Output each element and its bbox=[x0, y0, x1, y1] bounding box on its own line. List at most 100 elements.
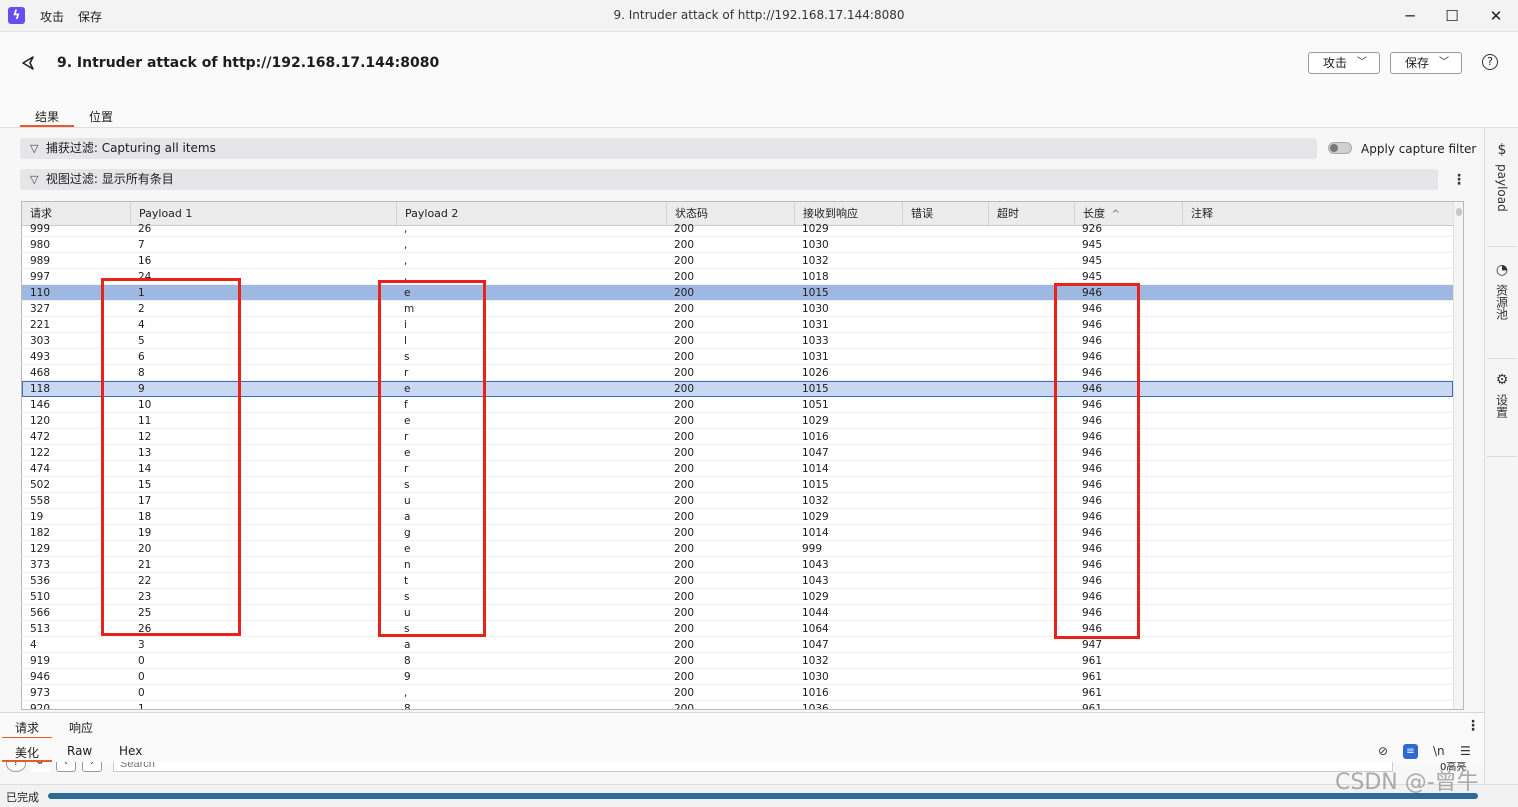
tab-results[interactable]: 结果 bbox=[35, 108, 59, 125]
table-row[interactable]: 973 0, 200 1016 961 bbox=[22, 685, 1453, 701]
word-wrap-icon[interactable]: ≡ bbox=[1403, 744, 1418, 759]
table-cell bbox=[988, 701, 996, 709]
table-row[interactable]: 989 16, 200 1032 945 bbox=[22, 253, 1453, 269]
table-row[interactable]: 129 20 e 200 999 946 bbox=[22, 541, 1453, 557]
table-cell: 327 bbox=[30, 303, 51, 315]
view-filter-bar[interactable]: ▽ 视图过滤: 显示所有条目 bbox=[20, 169, 1438, 190]
table-row[interactable]: 146 10 f 200 1051 946 bbox=[22, 397, 1453, 413]
table-cell: 200 bbox=[674, 575, 695, 587]
close-button[interactable]: ✕ bbox=[1476, 4, 1516, 28]
tab-positions[interactable]: 位置 bbox=[89, 108, 113, 125]
table-cell bbox=[1182, 605, 1190, 621]
table-cell: 6 bbox=[138, 351, 145, 363]
table-row[interactable]: 510 23 s 200 1029 946 bbox=[22, 589, 1453, 605]
message-editor-tabs: 请求 响应 ⋮ bbox=[0, 712, 1484, 739]
table-row[interactable]: 513 26 s 200 1064 946 bbox=[22, 621, 1453, 637]
table-cell: 200 bbox=[674, 671, 695, 683]
table-cell bbox=[1182, 541, 1190, 557]
table-cell: 110 bbox=[30, 287, 51, 299]
table-cell bbox=[902, 221, 910, 237]
table-row[interactable]: 4 3 a 200 1047 947 bbox=[22, 637, 1453, 653]
table-row[interactable]: 120 11 e 200 1029 946 bbox=[22, 413, 1453, 429]
table-cell bbox=[902, 509, 910, 525]
table-scrollbar[interactable] bbox=[1453, 202, 1463, 709]
table-row[interactable]: 502 15 s 200 1015 946 bbox=[22, 477, 1453, 493]
table-row[interactable]: 118 9 e 200 1015 946 bbox=[22, 381, 1453, 397]
help-icon[interactable]: ? bbox=[6, 762, 26, 772]
tab-request[interactable]: 请求 bbox=[15, 719, 39, 736]
table-row[interactable]: 566 25 u 200 1044 946 bbox=[22, 605, 1453, 621]
table-row[interactable]: 327 2 m 200 1030 946 bbox=[22, 301, 1453, 317]
table-row[interactable]: 373 21 n 200 1043 946 bbox=[22, 557, 1453, 573]
forward-arrow-icon[interactable]: › bbox=[82, 762, 102, 772]
table-row[interactable]: 303 5 l 200 1033 946 bbox=[22, 333, 1453, 349]
table-cell: 946 bbox=[1082, 383, 1103, 395]
minimize-button[interactable]: ─ bbox=[1390, 4, 1430, 28]
table-row[interactable]: 221 4 i 200 1031 946 bbox=[22, 317, 1453, 333]
tab-hex[interactable]: Hex bbox=[119, 744, 142, 758]
table-cell: 200 bbox=[674, 623, 695, 635]
attack-dropdown-button[interactable]: 攻击 ﹀ bbox=[1308, 52, 1380, 74]
table-cell: 200 bbox=[674, 479, 695, 491]
table-cell bbox=[902, 685, 910, 701]
attack-button-label: 攻击 bbox=[1323, 56, 1348, 70]
divider bbox=[1487, 358, 1517, 359]
table-cell bbox=[988, 221, 996, 237]
table-row[interactable]: 472 12 r 200 1016 946 bbox=[22, 429, 1453, 445]
save-dropdown-button[interactable]: 保存 ﹀ bbox=[1390, 52, 1462, 74]
tab-raw[interactable]: Raw bbox=[67, 744, 92, 758]
table-row[interactable]: 558 17 u 200 1032 946 bbox=[22, 493, 1453, 509]
scrollbar-thumb[interactable] bbox=[1456, 208, 1462, 216]
hide-eye-icon[interactable]: ⊘ bbox=[1378, 744, 1388, 758]
sidebar-item-settings[interactable]: ⚙ 设置 bbox=[1485, 372, 1518, 421]
table-row[interactable]: 474 14 r 200 1014 946 bbox=[22, 461, 1453, 477]
table-cell: i bbox=[404, 319, 407, 331]
help-icon[interactable]: ? bbox=[1482, 54, 1498, 70]
table-row[interactable]: 920 1 8 200 1036 961 bbox=[22, 701, 1453, 709]
table-row[interactable]: 999 26, 200 1029 926 bbox=[22, 221, 1453, 237]
tab-pretty[interactable]: 美化 bbox=[15, 744, 39, 761]
results-table[interactable]: 请求 Payload 1 Payload 2 状态码 接收到响应 错误 超时 长… bbox=[21, 201, 1464, 710]
view-mode-tabs: 美化 Raw Hex ⊘ ≡ \n ☰ bbox=[0, 738, 1484, 764]
table-row[interactable]: 110 1 e 200 1015 946 bbox=[22, 285, 1453, 301]
back-icon[interactable] bbox=[18, 53, 38, 73]
table-row[interactable]: 122 13 e 200 1047 946 bbox=[22, 445, 1453, 461]
table-row[interactable]: 19 18 a 200 1029 946 bbox=[22, 509, 1453, 525]
table-row[interactable]: 919 0 8 200 1032 961 bbox=[22, 653, 1453, 669]
maximize-button[interactable]: ☐ bbox=[1432, 4, 1472, 28]
table-cell bbox=[902, 413, 910, 429]
table-row[interactable]: 536 22 t 200 1043 946 bbox=[22, 573, 1453, 589]
gear-icon: ⚙ bbox=[1495, 372, 1509, 388]
table-cell bbox=[902, 669, 910, 685]
search-input[interactable] bbox=[113, 762, 1393, 772]
newline-icon[interactable]: \n bbox=[1433, 744, 1445, 758]
gear-icon[interactable]: ⚙ bbox=[30, 762, 50, 772]
table-cell: l bbox=[404, 335, 407, 347]
table-cell: 1032 bbox=[802, 255, 829, 267]
table-cell: 961 bbox=[1082, 655, 1103, 667]
table-cell: 23 bbox=[138, 591, 152, 603]
apply-capture-filter-toggle[interactable] bbox=[1328, 142, 1352, 154]
capture-filter-bar[interactable]: ▽ 捕获过滤: Capturing all items bbox=[20, 138, 1317, 159]
table-row[interactable]: 182 19 g 200 1014 946 bbox=[22, 525, 1453, 541]
table-cell: 1032 bbox=[802, 655, 829, 667]
table-row[interactable]: 468 8 r 200 1026 946 bbox=[22, 365, 1453, 381]
more-options-icon[interactable]: ⋮ bbox=[1466, 718, 1480, 734]
table-row[interactable]: 493 6 s 200 1031 946 bbox=[22, 349, 1453, 365]
sidebar-item-resource-pool[interactable]: ◔ 资源池 bbox=[1485, 262, 1518, 323]
table-cell bbox=[902, 365, 910, 381]
more-options-icon[interactable]: ⋮ bbox=[1452, 172, 1466, 188]
back-arrow-icon[interactable]: ‹ bbox=[56, 762, 76, 772]
table-cell: 122 bbox=[30, 447, 51, 459]
table-cell: s bbox=[404, 351, 410, 363]
table-cell: 13 bbox=[138, 447, 152, 459]
table-row[interactable]: 946 0 9 200 1030 961 bbox=[22, 669, 1453, 685]
pie-chart-icon: ◔ bbox=[1495, 262, 1509, 278]
table-row[interactable]: 980 7, 200 1030 945 bbox=[22, 237, 1453, 253]
sidebar-item-payload[interactable]: $ payload bbox=[1485, 142, 1518, 215]
table-cell: 200 bbox=[674, 591, 695, 603]
menu-icon[interactable]: ☰ bbox=[1460, 744, 1471, 758]
table-cell bbox=[902, 269, 910, 285]
table-row[interactable]: 997 24, 200 1018 945 bbox=[22, 269, 1453, 285]
tab-response[interactable]: 响应 bbox=[69, 719, 93, 736]
